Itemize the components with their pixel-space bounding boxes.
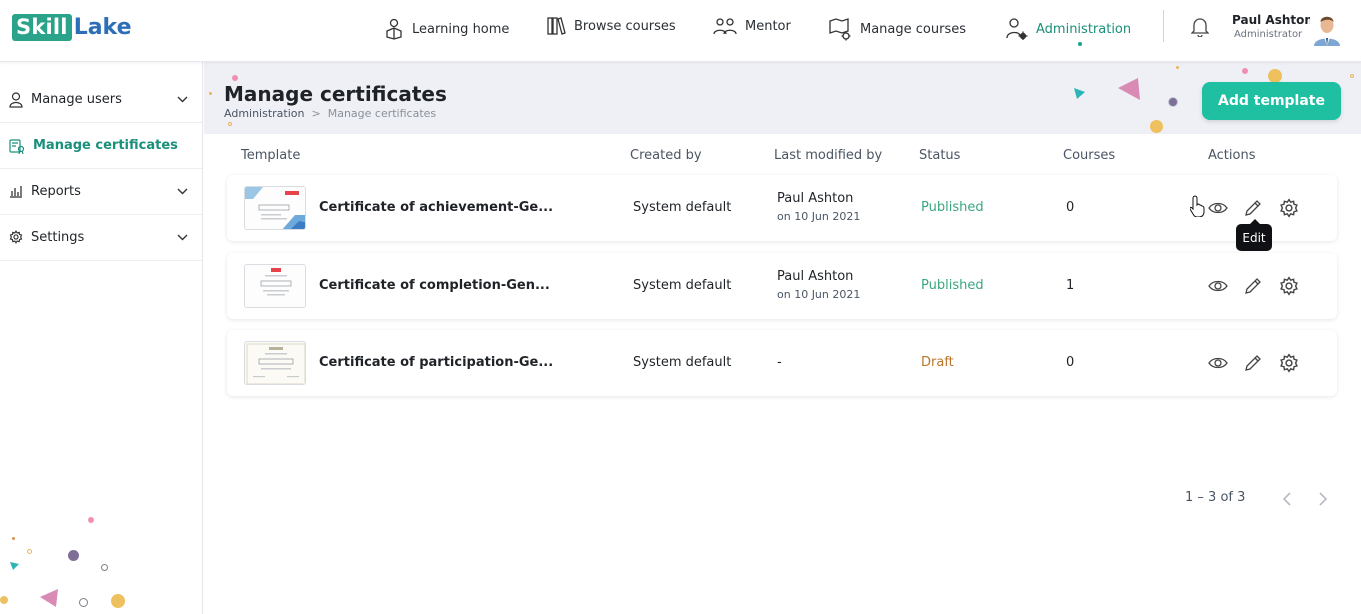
edit-icon[interactable] (1243, 353, 1263, 373)
edit-icon[interactable] (1243, 276, 1263, 296)
settings-icon[interactable] (1279, 198, 1299, 218)
sidebar-item-label: Manage users (31, 92, 122, 107)
template-name[interactable]: Certificate of completion-Gen... (319, 278, 550, 293)
column-header-created-by: Created by (630, 148, 702, 163)
chevron-down-icon[interactable] (177, 96, 188, 103)
edit-icon[interactable] (1243, 198, 1263, 218)
nav-label: Browse courses (574, 18, 676, 34)
column-header-courses: Courses (1063, 148, 1116, 163)
user-name[interactable]: Paul Ashton (1232, 13, 1313, 27)
sidebar-item-label: Settings (31, 230, 85, 245)
column-header-last-modified-by: Last modified by (774, 148, 883, 163)
nav-label: Manage courses (860, 21, 966, 37)
modified-by: Paul Ashton (777, 269, 854, 284)
manage-courses-icon (829, 18, 851, 41)
settings-icon[interactable] (1279, 353, 1299, 373)
nav-mentor[interactable]: Mentor (713, 11, 791, 41)
nav-learning-home[interactable]: Learning home (384, 14, 509, 44)
sidebar-item-settings[interactable]: Settings (0, 215, 202, 261)
logo-part-skill: Skill (12, 14, 72, 41)
page-title: Manage certificates (224, 82, 447, 106)
chevron-left-icon[interactable] (1281, 491, 1293, 507)
nav-administration[interactable]: Administration (1006, 14, 1131, 44)
nav-label: Learning home (412, 21, 510, 37)
breadcrumb-link-administration[interactable]: Administration (224, 107, 305, 120)
user-icon (9, 92, 23, 108)
certificate-thumbnail[interactable] (244, 341, 306, 385)
edit-tooltip: Edit (1236, 219, 1272, 251)
admin-user-gear-icon (1006, 18, 1028, 40)
view-icon[interactable] (1208, 198, 1228, 218)
modified-by: Paul Ashton (777, 191, 854, 206)
created-by: System default (633, 278, 732, 293)
hand-cursor-icon (1190, 195, 1205, 217)
settings-icon[interactable] (1279, 276, 1299, 296)
learning-home-icon (386, 18, 402, 40)
nav-divider (1163, 10, 1164, 42)
modified-by: - (777, 355, 782, 370)
column-header-template: Template (241, 148, 301, 163)
avatar[interactable] (1310, 10, 1344, 46)
pagination-range: 1 – 3 of 3 (1185, 490, 1246, 505)
column-header-actions: Actions (1208, 148, 1256, 163)
sidebar-item-manage-certificates[interactable]: Manage certificates (0, 123, 202, 169)
courses-count[interactable]: 1 (1066, 278, 1074, 293)
mentor-icon (713, 18, 737, 35)
chevron-right-icon[interactable] (1317, 491, 1329, 507)
view-icon[interactable] (1208, 276, 1228, 296)
chart-icon (10, 186, 22, 198)
modified-date: on 10 Jun 2021 (777, 210, 861, 223)
breadcrumb: Administration > Manage certificates (224, 107, 436, 120)
breadcrumb-current: Manage certificates (327, 107, 437, 120)
nav-browse-courses[interactable]: Browse courses (546, 11, 676, 41)
view-icon[interactable] (1208, 353, 1228, 373)
nav-manage-courses[interactable]: Manage courses (828, 14, 966, 44)
template-name[interactable]: Certificate of participation-Ge... (319, 355, 553, 370)
books-icon (547, 17, 566, 35)
table-row[interactable]: Certificate of completion-Gen... System … (227, 253, 1337, 319)
template-name[interactable]: Certificate of achievement-Ge... (319, 200, 553, 215)
created-by: System default (633, 355, 732, 370)
gear-icon (9, 230, 23, 244)
status-badge: Published (921, 278, 984, 293)
add-template-button[interactable]: Add template (1202, 82, 1341, 120)
sidebar-item-reports[interactable]: Reports (0, 169, 202, 215)
status-badge: Draft (921, 355, 954, 370)
column-header-status: Status (919, 148, 961, 163)
chevron-down-icon[interactable] (177, 188, 188, 195)
user-role: Administrator (1234, 29, 1303, 40)
breadcrumb-separator: > (311, 107, 321, 120)
sidebar-item-label: Reports (31, 184, 81, 199)
active-nav-indicator (1078, 42, 1082, 46)
certificate-thumbnail[interactable] (244, 186, 306, 230)
sidebar-item-manage-users[interactable]: Manage users (0, 77, 202, 123)
table-row[interactable]: Certificate of achievement-Ge... System … (227, 175, 1337, 241)
sidebar: Manage users Manage certificates Reports… (0, 62, 203, 614)
courses-count: 0 (1066, 200, 1075, 215)
certificate-icon (9, 139, 25, 154)
table-row[interactable]: Certificate of participation-Ge... Syste… (227, 330, 1337, 396)
top-navbar: Skill Lake Learning home Browse courses … (0, 0, 1361, 62)
nav-label: Mentor (745, 18, 791, 34)
page-header: Manage certificates Administration > Manag… (204, 62, 1361, 134)
status-badge: Published (921, 200, 984, 215)
logo-part-lake: Lake (73, 15, 132, 40)
skilllake-logo[interactable]: Skill Lake (12, 14, 132, 41)
nav-label: Administration (1036, 21, 1132, 37)
bell-icon[interactable] (1190, 17, 1210, 41)
courses-count: 0 (1066, 355, 1075, 370)
chevron-down-icon[interactable] (177, 234, 188, 241)
modified-date: on 10 Jun 2021 (777, 288, 861, 301)
certificate-thumbnail[interactable] (244, 264, 306, 308)
sidebar-item-label: Manage certificates (33, 138, 178, 153)
created-by: System default (633, 200, 732, 215)
